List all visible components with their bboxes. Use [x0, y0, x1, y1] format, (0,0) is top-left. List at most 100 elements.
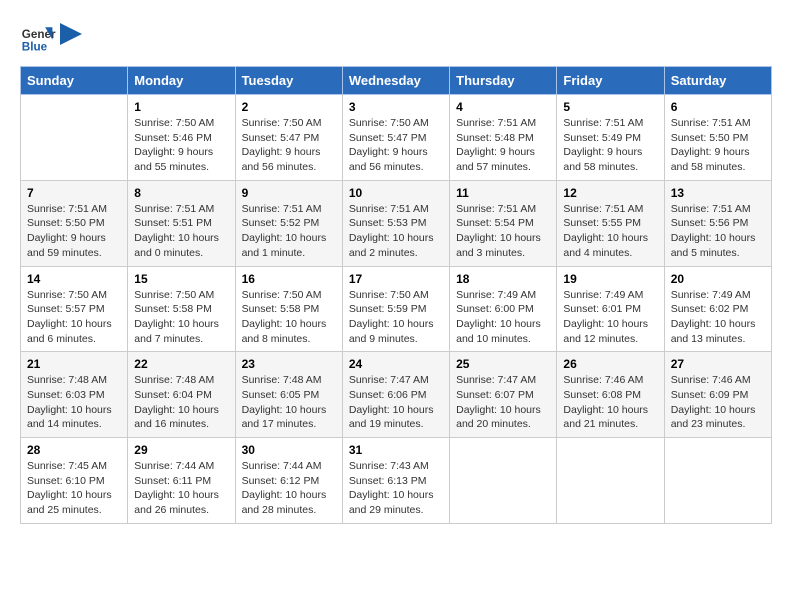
header-sunday: Sunday: [21, 67, 128, 95]
calendar-cell: 21 Sunrise: 7:48 AMSunset: 6:03 PMDayligh…: [21, 352, 128, 438]
calendar-cell: 6 Sunrise: 7:51 AMSunset: 5:50 PMDaylight…: [664, 95, 771, 181]
calendar-cell: 30Sunrise: 7:44 AMSunset: 6:12 PMDayligh…: [235, 438, 342, 524]
day-number: 16: [242, 272, 336, 286]
calendar-cell: 18 Sunrise: 7:49 AMSunset: 6:00 PMDayligh…: [450, 266, 557, 352]
day-number: 27: [671, 357, 765, 371]
calendar-cell: 23 Sunrise: 7:48 AMSunset: 6:05 PMDayligh…: [235, 352, 342, 438]
day-info: Sunrise: 7:43 AMSunset: 6:13 PMDaylight:…: [349, 459, 443, 518]
day-info: Sunrise: 7:49 AMSunset: 6:02 PMDaylight:…: [671, 288, 765, 347]
day-info: Sunrise: 7:51 AMSunset: 5:54 PMDaylight:…: [456, 202, 550, 261]
header-saturday: Saturday: [664, 67, 771, 95]
calendar-body: 1 Sunrise: 7:50 AMSunset: 5:46 PMDaylight…: [21, 95, 772, 524]
day-number: 26: [563, 357, 657, 371]
calendar-cell: 13 Sunrise: 7:51 AMSunset: 5:56 PMDayligh…: [664, 180, 771, 266]
header-tuesday: Tuesday: [235, 67, 342, 95]
day-number: 21: [27, 357, 121, 371]
calendar-cell: 29 Sunrise: 7:44 AMSunset: 6:11 PMDayligh…: [128, 438, 235, 524]
day-number: 31: [349, 443, 443, 457]
calendar-week-1: 1 Sunrise: 7:50 AMSunset: 5:46 PMDaylight…: [21, 95, 772, 181]
day-number: 6: [671, 100, 765, 114]
calendar-cell: 1 Sunrise: 7:50 AMSunset: 5:46 PMDaylight…: [128, 95, 235, 181]
calendar-week-2: 7 Sunrise: 7:51 AMSunset: 5:50 PMDaylight…: [21, 180, 772, 266]
day-number: 20: [671, 272, 765, 286]
calendar-cell: 24 Sunrise: 7:47 AMSunset: 6:06 PMDayligh…: [342, 352, 449, 438]
day-info: Sunrise: 7:49 AMSunset: 6:01 PMDaylight:…: [563, 288, 657, 347]
day-info: Sunrise: 7:51 AMSunset: 5:49 PMDaylight:…: [563, 116, 657, 175]
day-number: 7: [27, 186, 121, 200]
day-info: Sunrise: 7:51 AMSunset: 5:51 PMDaylight:…: [134, 202, 228, 261]
day-info: Sunrise: 7:50 AMSunset: 5:57 PMDaylight:…: [27, 288, 121, 347]
day-number: 2: [242, 100, 336, 114]
day-info: Sunrise: 7:44 AMSunset: 6:11 PMDaylight:…: [134, 459, 228, 518]
logo-arrow-icon: [60, 23, 82, 45]
calendar-cell: 20 Sunrise: 7:49 AMSunset: 6:02 PMDayligh…: [664, 266, 771, 352]
day-info: Sunrise: 7:50 AMSunset: 5:58 PMDaylight:…: [242, 288, 336, 347]
day-number: 4: [456, 100, 550, 114]
day-number: 15: [134, 272, 228, 286]
day-number: 10: [349, 186, 443, 200]
logo-icon: General Blue: [20, 20, 56, 56]
day-info: Sunrise: 7:51 AMSunset: 5:56 PMDaylight:…: [671, 202, 765, 261]
day-info: Sunrise: 7:47 AMSunset: 6:06 PMDaylight:…: [349, 373, 443, 432]
day-number: 5: [563, 100, 657, 114]
day-info: Sunrise: 7:50 AMSunset: 5:47 PMDaylight:…: [242, 116, 336, 175]
day-number: 22: [134, 357, 228, 371]
day-info: Sunrise: 7:48 AMSunset: 6:04 PMDaylight:…: [134, 373, 228, 432]
calendar-cell: 16 Sunrise: 7:50 AMSunset: 5:58 PMDayligh…: [235, 266, 342, 352]
day-number: 12: [563, 186, 657, 200]
calendar-cell: 26Sunrise: 7:46 AMSunset: 6:08 PMDayligh…: [557, 352, 664, 438]
day-info: Sunrise: 7:47 AMSunset: 6:07 PMDaylight:…: [456, 373, 550, 432]
calendar-cell: [664, 438, 771, 524]
calendar-cell: 12 Sunrise: 7:51 AMSunset: 5:55 PMDayligh…: [557, 180, 664, 266]
calendar-cell: 28 Sunrise: 7:45 AMSunset: 6:10 PMDayligh…: [21, 438, 128, 524]
header-monday: Monday: [128, 67, 235, 95]
calendar-cell: 9 Sunrise: 7:51 AMSunset: 5:52 PMDaylight…: [235, 180, 342, 266]
day-info: Sunrise: 7:51 AMSunset: 5:48 PMDaylight:…: [456, 116, 550, 175]
day-info: Sunrise: 7:51 AMSunset: 5:53 PMDaylight:…: [349, 202, 443, 261]
calendar-cell: 27Sunrise: 7:46 AMSunset: 6:09 PMDayligh…: [664, 352, 771, 438]
day-number: 9: [242, 186, 336, 200]
day-info: Sunrise: 7:49 AMSunset: 6:00 PMDaylight:…: [456, 288, 550, 347]
day-info: Sunrise: 7:48 AMSunset: 6:03 PMDaylight:…: [27, 373, 121, 432]
calendar-cell: 4 Sunrise: 7:51 AMSunset: 5:48 PMDaylight…: [450, 95, 557, 181]
day-number: 14: [27, 272, 121, 286]
day-info: Sunrise: 7:51 AMSunset: 5:50 PMDaylight:…: [671, 116, 765, 175]
calendar-cell: [21, 95, 128, 181]
day-number: 24: [349, 357, 443, 371]
day-number: 18: [456, 272, 550, 286]
day-number: 1: [134, 100, 228, 114]
day-info: Sunrise: 7:51 AMSunset: 5:50 PMDaylight:…: [27, 202, 121, 261]
calendar-table: SundayMondayTuesdayWednesdayThursdayFrid…: [20, 66, 772, 524]
day-info: Sunrise: 7:50 AMSunset: 5:47 PMDaylight:…: [349, 116, 443, 175]
day-info: Sunrise: 7:51 AMSunset: 5:52 PMDaylight:…: [242, 202, 336, 261]
calendar-cell: 11Sunrise: 7:51 AMSunset: 5:54 PMDayligh…: [450, 180, 557, 266]
logo: General Blue: [20, 20, 82, 56]
calendar-cell: 31 Sunrise: 7:43 AMSunset: 6:13 PMDayligh…: [342, 438, 449, 524]
day-number: 25: [456, 357, 550, 371]
calendar-cell: 7 Sunrise: 7:51 AMSunset: 5:50 PMDaylight…: [21, 180, 128, 266]
day-info: Sunrise: 7:50 AMSunset: 5:58 PMDaylight:…: [134, 288, 228, 347]
calendar-header: SundayMondayTuesdayWednesdayThursdayFrid…: [21, 67, 772, 95]
day-number: 28: [27, 443, 121, 457]
day-info: Sunrise: 7:50 AMSunset: 5:59 PMDaylight:…: [349, 288, 443, 347]
header-thursday: Thursday: [450, 67, 557, 95]
day-number: 13: [671, 186, 765, 200]
day-info: Sunrise: 7:51 AMSunset: 5:55 PMDaylight:…: [563, 202, 657, 261]
day-number: 17: [349, 272, 443, 286]
header-wednesday: Wednesday: [342, 67, 449, 95]
calendar-cell: 3Sunrise: 7:50 AMSunset: 5:47 PMDaylight…: [342, 95, 449, 181]
page-header: General Blue: [20, 20, 772, 56]
day-number: 29: [134, 443, 228, 457]
day-info: Sunrise: 7:48 AMSunset: 6:05 PMDaylight:…: [242, 373, 336, 432]
calendar-cell: 14 Sunrise: 7:50 AMSunset: 5:57 PMDayligh…: [21, 266, 128, 352]
calendar-cell: [450, 438, 557, 524]
day-info: Sunrise: 7:44 AMSunset: 6:12 PMDaylight:…: [242, 459, 336, 518]
day-number: 8: [134, 186, 228, 200]
day-number: 23: [242, 357, 336, 371]
calendar-week-5: 28 Sunrise: 7:45 AMSunset: 6:10 PMDayligh…: [21, 438, 772, 524]
day-info: Sunrise: 7:50 AMSunset: 5:46 PMDaylight:…: [134, 116, 228, 175]
calendar-cell: 2 Sunrise: 7:50 AMSunset: 5:47 PMDaylight…: [235, 95, 342, 181]
calendar-cell: 15 Sunrise: 7:50 AMSunset: 5:58 PMDayligh…: [128, 266, 235, 352]
day-info: Sunrise: 7:45 AMSunset: 6:10 PMDaylight:…: [27, 459, 121, 518]
calendar-cell: [557, 438, 664, 524]
